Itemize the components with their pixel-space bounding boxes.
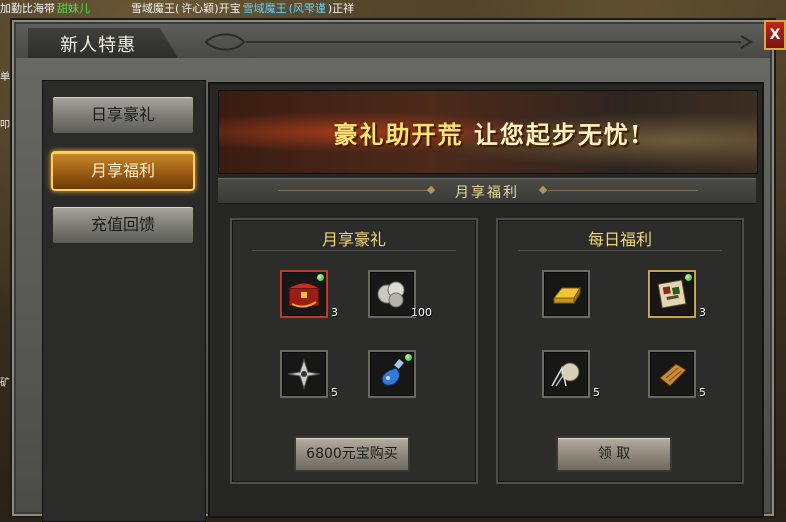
section-title: 月享福利 xyxy=(455,185,519,201)
title-ornament-icon xyxy=(204,33,753,51)
banner-main-text: 豪礼助开荒 xyxy=(333,120,464,149)
item-slot[interactable] xyxy=(368,350,416,398)
chat-middle-prefix: 雪域魔王( xyxy=(131,2,180,15)
panel-title: 每日福利 xyxy=(587,230,652,249)
new-item-indicator xyxy=(685,274,692,281)
silver-coins-icon xyxy=(377,281,405,308)
treasure-chest-icon xyxy=(288,282,320,308)
chat-prefix: 加勤比海带 xyxy=(0,2,55,15)
window-title: 新人特惠 xyxy=(60,35,136,56)
item-slot[interactable] xyxy=(542,270,590,318)
sidebar-item-daily-gift[interactable]: 日享豪礼 xyxy=(51,95,195,135)
blue-potion-icon xyxy=(381,359,404,386)
promo-banner: 豪礼助开荒 让您起步无忧! xyxy=(218,90,758,174)
item-count: 5 xyxy=(593,386,600,399)
chat-mid-name[interactable]: 雪域魔王 xyxy=(243,2,289,15)
panel-title-divider xyxy=(252,250,456,251)
item-slot[interactable]: 5 xyxy=(648,350,706,399)
sidebar-item-label: 日享豪礼 xyxy=(90,105,155,124)
chat-player-name[interactable]: 甜妹儿 xyxy=(57,2,92,15)
monthly-gift-panel: 月享豪礼 3 100 5 6800元宝购买 xyxy=(230,218,478,484)
section-divider-right xyxy=(548,190,698,191)
left-edge-text-2: 叩 xyxy=(0,120,10,131)
category-sidebar: 日享豪礼 月享福利 充值回馈 xyxy=(42,80,206,522)
panel-title-divider xyxy=(518,250,722,251)
left-edge-text-3: 矿 xyxy=(0,378,10,389)
shuriken-icon xyxy=(287,358,321,390)
sidebar-item-label: 月享福利 xyxy=(90,161,155,180)
title-bar[interactable]: 新人特惠 xyxy=(16,24,770,58)
content-area: 豪礼助开荒 让您起步无忧! 月享福利 月享豪礼 3 100 5 6800元宝购买… xyxy=(208,82,764,518)
left-edge-text-1: 单 xyxy=(0,72,10,83)
banner-sub-text: 让您起步无忧! xyxy=(473,120,643,149)
item-count: 5 xyxy=(331,386,338,399)
item-slot[interactable]: 5 xyxy=(280,350,338,399)
panel-title: 月享豪礼 xyxy=(321,230,386,249)
sidebar-item-monthly-benefit[interactable]: 月享福利 xyxy=(51,151,195,191)
item-slot[interactable]: 3 xyxy=(280,270,338,319)
sidebar-item-label: 充值回馈 xyxy=(90,215,155,234)
new-item-indicator xyxy=(405,354,412,361)
gold-bar-icon xyxy=(552,286,581,305)
new-item-indicator xyxy=(317,274,324,281)
daily-benefit-panel: 每日福利 3 5 5 领 取 xyxy=(496,218,744,484)
chat-middle-text: 许心颖)开宝 xyxy=(181,2,241,15)
item-slot[interactable]: 100 xyxy=(368,270,432,319)
banner-text: 豪礼助开荒 让您起步无忧! xyxy=(219,115,757,150)
new-player-offer-window: 新人特惠 日享豪礼 月享福利 充值回馈 豪礼助开荒 让您起步无忧! 月享福利 月… xyxy=(10,18,776,522)
section-header: 月享福利 xyxy=(218,178,756,204)
ancient-scroll-icon xyxy=(659,363,687,387)
chat-bracket-name[interactable]: (风雫谨 xyxy=(289,2,328,15)
item-count: 3 xyxy=(331,306,338,319)
item-count: 5 xyxy=(699,386,706,399)
item-count: 100 xyxy=(411,306,432,319)
scroll-pouch-icon xyxy=(551,362,580,387)
buy-with-ingots-button[interactable]: 6800元宝购买 xyxy=(294,436,410,472)
close-button[interactable]: X xyxy=(764,20,786,50)
item-slot[interactable]: 3 xyxy=(648,270,706,319)
sidebar-item-recharge-reward[interactable]: 充值回馈 xyxy=(51,205,195,245)
chat-tail: )正祥 xyxy=(327,2,355,15)
skill-book-icon xyxy=(657,279,687,309)
item-count: 3 xyxy=(699,306,706,319)
chat-ticker: 加勤比海带 甜妹儿 雪域魔王(许心颖)开宝 雪域魔王 (风雫谨)正祥 xyxy=(0,0,786,18)
claim-button[interactable]: 领 取 xyxy=(556,436,672,472)
item-slot[interactable]: 5 xyxy=(542,350,600,399)
